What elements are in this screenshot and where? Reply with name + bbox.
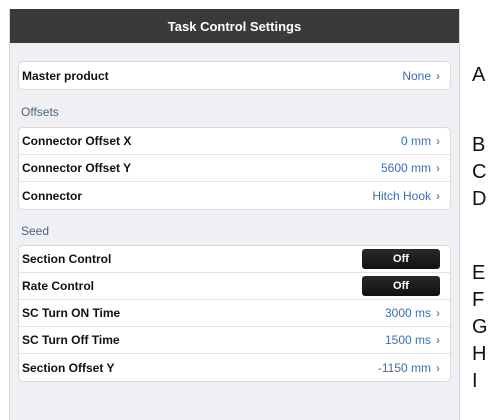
section-offset-y-value-text: -1150 mm xyxy=(377,360,431,375)
connector-row[interactable]: Connector Hitch Hook › xyxy=(19,182,450,209)
section-control-toggle[interactable]: Off xyxy=(362,249,440,269)
marker-c: C xyxy=(472,161,487,183)
rate-control-label: Rate Control xyxy=(22,279,94,293)
chevron-right-icon: › xyxy=(436,360,440,375)
master-product-value: None › xyxy=(402,69,440,83)
chevron-right-icon: › xyxy=(436,188,440,203)
connector-offset-x-value: 0 mm › xyxy=(401,134,440,148)
connector-offset-y-label: Connector Offset Y xyxy=(22,161,132,175)
master-product-value-text: None xyxy=(402,68,431,83)
page-title: Task Control Settings xyxy=(167,18,302,34)
marker-b: B xyxy=(472,134,486,156)
seed-header: Seed xyxy=(21,224,50,238)
section-control-row: Section Control Off xyxy=(19,246,450,273)
title-bar: Task Control Settings xyxy=(10,9,459,43)
section-offset-y-row[interactable]: Section Offset Y -1150 mm › xyxy=(19,354,450,381)
sc-turn-off-time-row[interactable]: SC Turn Off Time 1500 ms › xyxy=(19,327,450,354)
chevron-right-icon: › xyxy=(436,134,440,148)
settings-panel: Task Control Settings Master product Non… xyxy=(9,9,460,420)
marker-g: G xyxy=(472,316,488,338)
marker-i: I xyxy=(472,370,478,392)
sc-turn-off-time-value: 1500 ms › xyxy=(385,333,440,347)
connector-offset-x-value-text: 0 mm xyxy=(401,134,431,148)
marker-e: E xyxy=(472,262,486,284)
connector-offset-x-row[interactable]: Connector Offset X 0 mm › xyxy=(19,128,450,155)
sc-turn-on-time-row[interactable]: SC Turn ON Time 3000 ms › xyxy=(19,300,450,327)
connector-value-text: Hitch Hook xyxy=(372,188,431,203)
chevron-right-icon: › xyxy=(436,306,440,320)
connector-offset-y-row[interactable]: Connector Offset Y 5600 mm › xyxy=(19,155,450,182)
offsets-group: Connector Offset X 0 mm › Connector Offs… xyxy=(18,127,451,210)
marker-d: D xyxy=(472,188,487,210)
section-offset-y-label: Section Offset Y xyxy=(22,360,115,375)
marker-a: A xyxy=(472,64,486,86)
offsets-header: Offsets xyxy=(21,105,59,119)
sc-turn-off-time-label: SC Turn Off Time xyxy=(22,333,120,347)
chevron-right-icon: › xyxy=(436,161,440,175)
connector-offset-x-label: Connector Offset X xyxy=(22,134,132,148)
sc-turn-on-time-label: SC Turn ON Time xyxy=(22,306,121,320)
connector-offset-y-value-text: 5600 mm xyxy=(380,161,431,175)
connector-value: Hitch Hook › xyxy=(372,189,440,203)
sc-turn-on-time-value-text: 3000 ms xyxy=(384,306,431,320)
master-product-row[interactable]: Master product None › xyxy=(19,62,450,89)
master-group: Master product None › xyxy=(18,61,451,90)
sc-turn-on-time-value: 3000 ms › xyxy=(385,306,440,320)
section-offset-y-value: -1150 mm › xyxy=(378,361,440,375)
rate-control-row: Rate Control Off xyxy=(19,273,450,300)
chevron-right-icon: › xyxy=(436,333,440,347)
master-product-label: Master product xyxy=(22,68,109,83)
connector-label: Connector xyxy=(22,188,82,203)
marker-f: F xyxy=(472,289,485,311)
chevron-right-icon: › xyxy=(436,68,440,83)
marker-h: H xyxy=(472,343,487,365)
section-control-label: Section Control xyxy=(22,252,112,266)
connector-offset-y-value: 5600 mm › xyxy=(381,161,440,175)
rate-control-toggle[interactable]: Off xyxy=(362,276,440,296)
sc-turn-off-time-value-text: 1500 ms xyxy=(384,333,431,347)
seed-group: Section Control Off Rate Control Off SC … xyxy=(18,245,451,382)
